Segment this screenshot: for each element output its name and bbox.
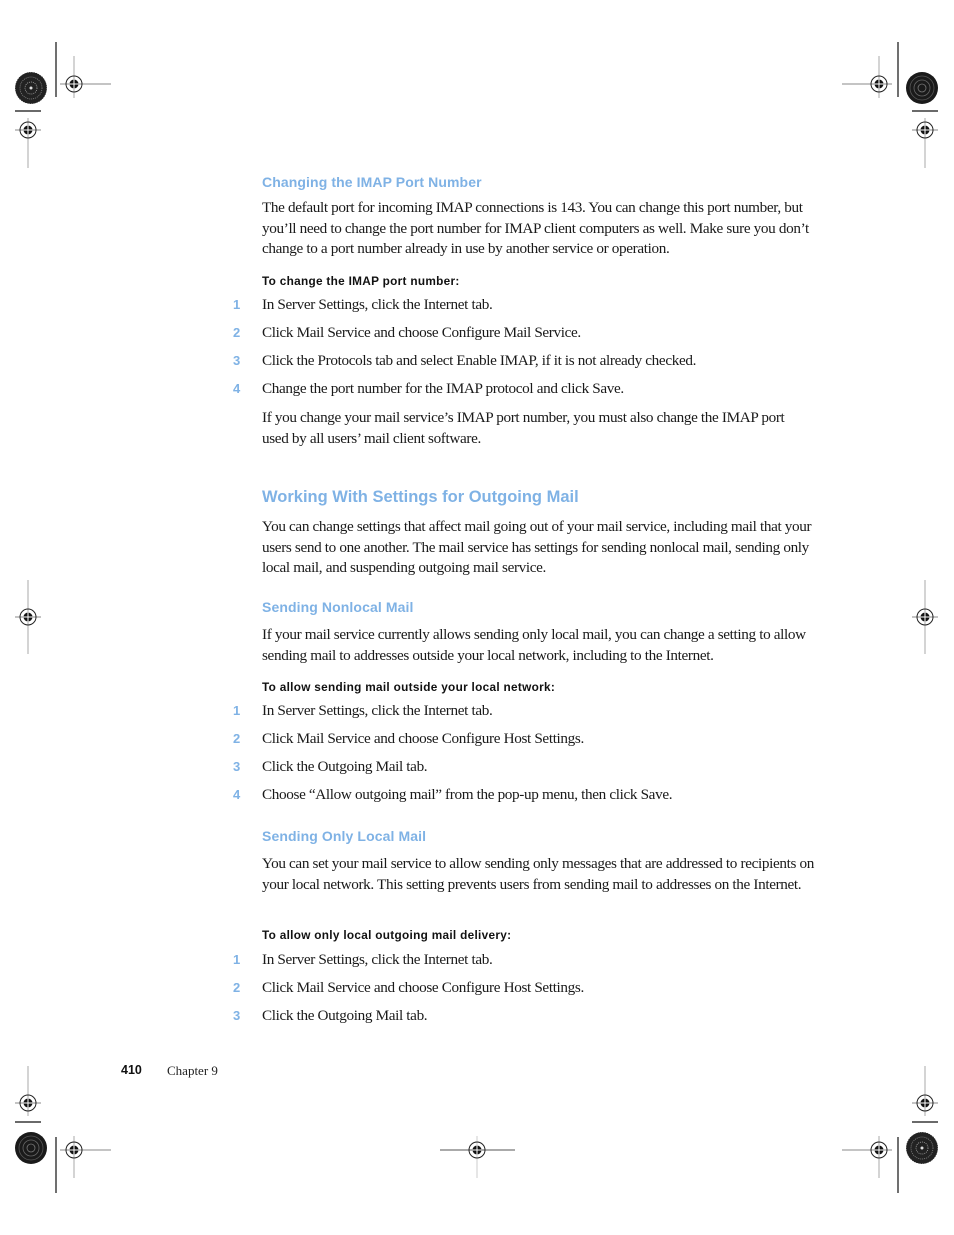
print-marks bbox=[14, 42, 939, 1193]
color-target-icon bbox=[14, 1131, 48, 1165]
color-target-icon bbox=[905, 71, 939, 105]
document-page: Changing the IMAP Port Number The defaul… bbox=[0, 0, 954, 1235]
color-target-icon bbox=[905, 1131, 939, 1165]
color-target-icon bbox=[14, 71, 48, 105]
